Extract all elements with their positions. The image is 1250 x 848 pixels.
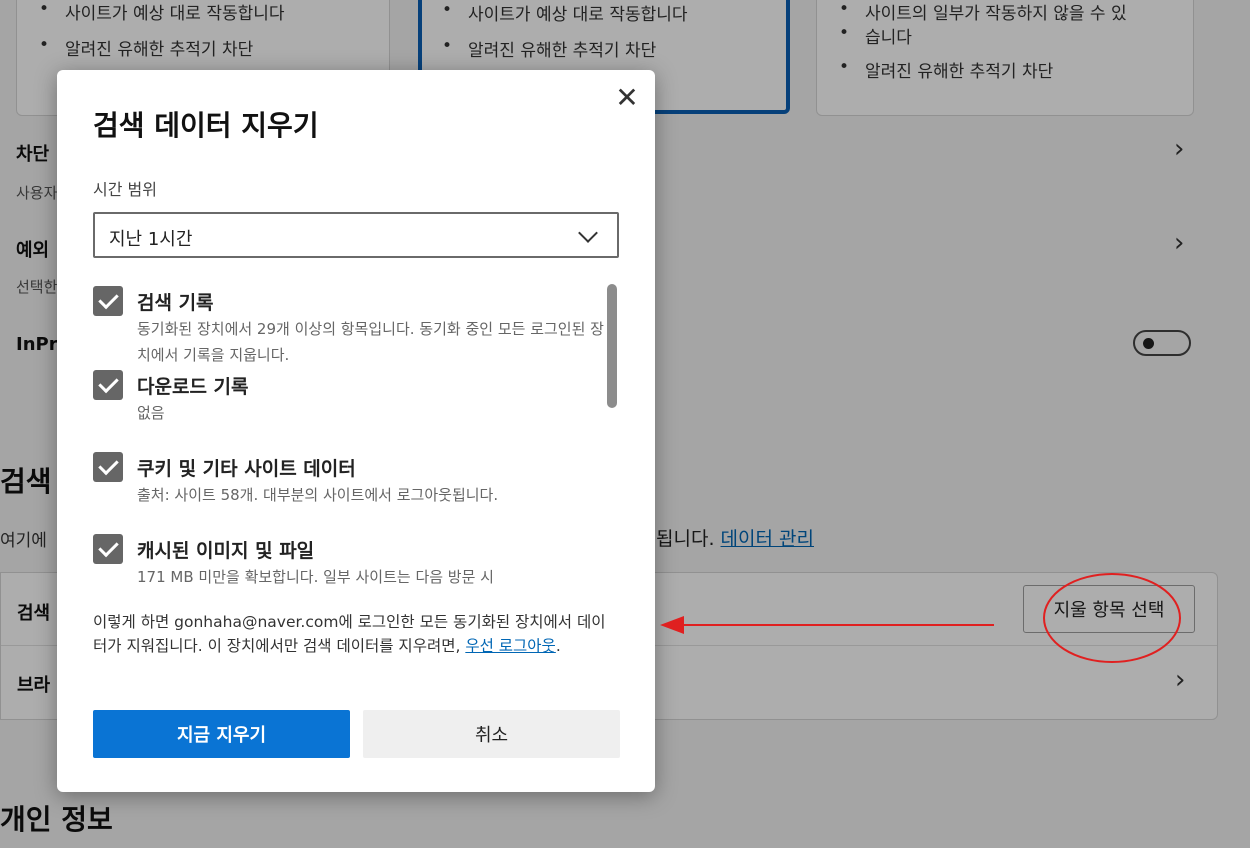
sync-notice: 이렇게 하면 gonhaha@naver.com에 로그인한 모든 동기화된 장…: [93, 610, 613, 658]
item-description: 171 MB 미만을 확보합니다. 일부 사이트는 다음 방문 시: [137, 568, 494, 584]
time-range-select[interactable]: 지난 1시간: [93, 212, 619, 258]
item-label: 캐시된 이미지 및 파일: [137, 540, 315, 562]
chevron-down-icon: [578, 223, 598, 243]
browsing-history-checkbox[interactable]: [93, 286, 123, 316]
cookies-checkbox[interactable]: [93, 452, 123, 482]
dialog-title: 검색 데이터 지우기: [93, 109, 319, 142]
list-scrollbar[interactable]: [607, 284, 617, 408]
time-range-value: 지난 1시간: [109, 229, 193, 250]
time-range-label: 시간 범위: [93, 180, 157, 199]
item-description: 출처: 사이트 58개. 대부분의 사이트에서 로그아웃됩니다.: [137, 486, 499, 504]
clear-now-button[interactable]: 지금 지우기: [93, 710, 350, 758]
item-label: 검색 기록: [137, 292, 214, 314]
data-type-list: 검색 기록 동기화된 장치에서 29개 이상의 항목입니다. 동기화 중인 모든…: [87, 278, 607, 584]
item-description: 없음: [137, 404, 165, 422]
item-label: 쿠키 및 기타 사이트 데이터: [137, 458, 356, 480]
sign-out-link[interactable]: 우선 로그아웃: [465, 637, 556, 655]
download-history-checkbox[interactable]: [93, 370, 123, 400]
sync-notice-end: .: [555, 637, 561, 655]
close-icon[interactable]: ✕: [613, 84, 641, 112]
item-label: 다운로드 기록: [137, 376, 249, 398]
clear-browsing-data-dialog: 검색 데이터 지우기 ✕ 시간 범위 지난 1시간 검색 기록 동기화된 장치에…: [57, 70, 655, 792]
cached-files-checkbox[interactable]: [93, 534, 123, 564]
item-description: 동기화된 장치에서 29개 이상의 항목입니다. 동기화 중인 모든 로그인된 …: [137, 320, 604, 364]
cancel-button[interactable]: 취소: [363, 710, 620, 758]
